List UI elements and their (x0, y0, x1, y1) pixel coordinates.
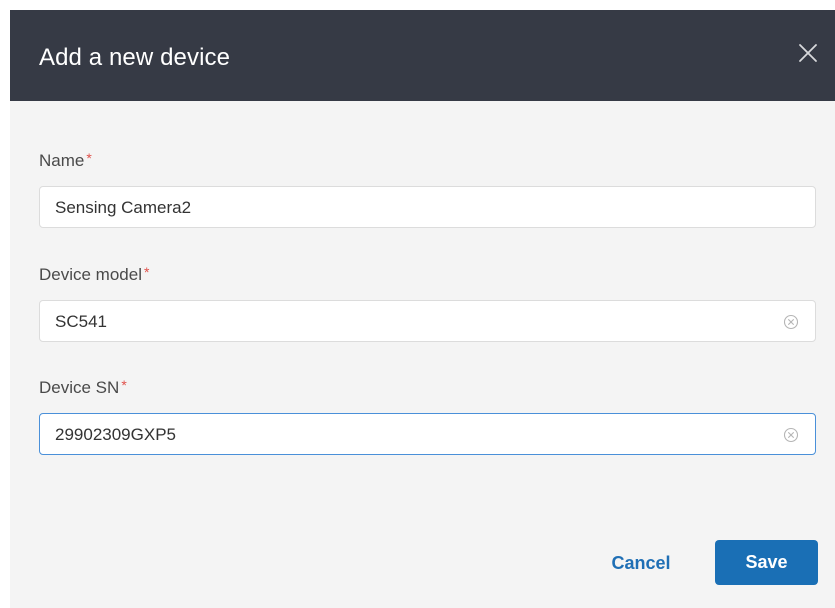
required-mark: * (86, 150, 92, 166)
required-mark: * (121, 377, 127, 393)
device-sn-label-text: Device SN (39, 378, 120, 397)
close-icon[interactable] (795, 40, 821, 66)
device-sn-input[interactable]: 29902309GXP5 (39, 413, 816, 455)
cancel-button[interactable]: Cancel (596, 541, 686, 585)
device-model-input[interactable]: SC541 (39, 300, 816, 342)
dialog-title: Add a new device (39, 44, 231, 71)
name-input-value: Sensing Camera2 (55, 198, 192, 217)
device-model-input-value: SC541 (55, 312, 107, 331)
device-model-label-text: Device model (39, 265, 142, 284)
dialog-header: Add a new device (10, 10, 835, 101)
clear-circle-icon[interactable] (783, 314, 799, 330)
clear-circle-icon[interactable] (783, 427, 799, 443)
required-mark: * (144, 264, 150, 280)
add-device-dialog: Add a new device Name * Sensing Camera2 D… (10, 10, 835, 608)
name-label: Name * (39, 148, 92, 171)
name-label-text: Name (39, 151, 85, 170)
name-input[interactable]: Sensing Camera2 (39, 186, 816, 228)
device-model-label: Device model * (39, 262, 149, 285)
device-sn-label: Device SN * (39, 375, 127, 398)
save-button[interactable]: Save (715, 540, 818, 585)
device-sn-input-value: 29902309GXP5 (55, 425, 176, 444)
